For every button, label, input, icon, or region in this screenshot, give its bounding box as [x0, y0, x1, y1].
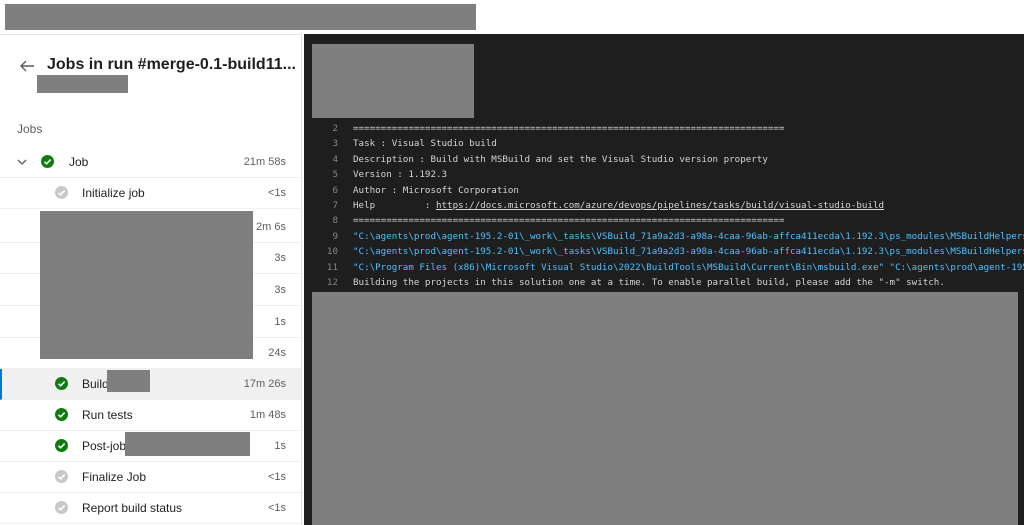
redacted-step-detail — [107, 370, 150, 392]
line-number: 4 — [332, 153, 338, 165]
success-icon — [55, 377, 68, 390]
line-number: 2 — [332, 123, 338, 134]
back-arrow-icon[interactable] — [18, 57, 36, 75]
step-row-initialize-job[interactable]: Initialize job <1s — [0, 178, 301, 209]
log-line: 12 Building the projects in this solutio… — [304, 277, 1024, 292]
log-text: "C:\agents\prod\agent-195.2-01\_work\_ta… — [353, 230, 1024, 242]
step-name: Build — [82, 377, 109, 391]
skipped-icon — [55, 501, 68, 514]
step-name: Report build status — [82, 501, 183, 515]
log-text: Author : Microsoft Corporation — [353, 184, 519, 196]
step-duration: 1m 48s — [249, 409, 286, 421]
log-text: "C:\agents\prod\agent-195.2-01\_work\_ta… — [353, 246, 1024, 258]
step-row-finalize-job[interactable]: Finalize Job <1s — [0, 462, 301, 493]
line-number: 8 — [332, 215, 338, 227]
log-line: 10 "C:\agents\prod\agent-195.2-01\_work\… — [304, 246, 1024, 261]
step-row-run-tests[interactable]: Run tests 1m 48s — [0, 400, 301, 431]
log-text: ========================================… — [353, 215, 785, 227]
step-duration: 24s — [268, 347, 286, 359]
line-number: 6 — [332, 184, 338, 196]
redacted-log-header — [312, 44, 474, 118]
log-text: ========================================… — [353, 123, 785, 134]
step-name: Finalize Job — [82, 470, 147, 484]
step-duration: 3s — [274, 252, 286, 264]
line-number: 5 — [332, 169, 338, 181]
help-link[interactable]: https://docs.microsoft.com/azure/devops/… — [436, 200, 884, 211]
log-line: 3 Task : Visual Studio build — [304, 138, 1024, 153]
run-title: Jobs in run #merge-0.1-build11... — [47, 56, 296, 73]
line-number: 11 — [326, 261, 338, 273]
log-line: 2 ======================================… — [304, 123, 1024, 138]
step-duration: <1s — [267, 187, 286, 199]
step-duration: 1s — [274, 316, 286, 328]
redacted-step-names — [40, 211, 253, 359]
jobs-panel: Jobs in run #merge-0.1-build11... Jobs J… — [0, 34, 302, 525]
job-group-duration: 21m 58s — [243, 156, 286, 168]
step-name: Post-job: — [82, 439, 130, 453]
log-line: 7 Help : https://docs.microsoft.com/azur… — [304, 200, 1024, 215]
success-icon — [55, 408, 68, 421]
step-duration: 2m 6s — [256, 221, 286, 233]
step-name: Initialize job — [82, 186, 145, 200]
log-text-prefix: Help : — [353, 199, 436, 211]
step-duration: <1s — [267, 471, 286, 483]
line-number: 7 — [332, 199, 338, 211]
line-number: 9 — [332, 230, 338, 242]
success-icon — [55, 439, 68, 452]
log-text: Building the projects in this solution o… — [353, 276, 945, 288]
redacted-run-subtitle — [37, 75, 128, 93]
step-row-build[interactable]: Build 17m 26s — [0, 369, 301, 400]
log-text: "C:\Program Files (x86)\Microsoft Visual… — [353, 261, 1024, 273]
log-text: Version : 1.192.3 — [353, 169, 448, 181]
step-row-report-build-status[interactable]: Report build status <1s — [0, 493, 301, 524]
log-line: 6 Author : Microsoft Corporation — [304, 185, 1024, 200]
line-number: 10 — [326, 246, 338, 258]
job-group-row[interactable]: Job 21m 58s — [0, 147, 301, 178]
success-icon — [41, 155, 54, 168]
skipped-icon — [55, 470, 68, 483]
redacted-log-output — [312, 292, 1018, 525]
job-group-name: Job — [69, 155, 89, 169]
log-viewer[interactable]: 2 ======================================… — [304, 34, 1024, 525]
log-line: 9 "C:\agents\prod\agent-195.2-01\_work\_… — [304, 231, 1024, 246]
log-lines: 2 ======================================… — [304, 123, 1024, 292]
chevron-down-icon[interactable] — [16, 156, 28, 168]
step-duration: <1s — [267, 502, 286, 514]
log-line: 4 Description : Build with MSBuild and s… — [304, 154, 1024, 169]
log-text: Help : https://docs.microsoft.com/azure/… — [353, 200, 884, 211]
redacted-step-detail — [125, 432, 250, 456]
line-number: 12 — [326, 276, 338, 288]
skipped-icon — [55, 186, 68, 199]
step-duration: 3s — [274, 284, 286, 296]
line-number: 3 — [332, 138, 338, 150]
log-text: Task : Visual Studio build — [353, 138, 497, 150]
jobs-section-label: Jobs — [17, 122, 43, 136]
redacted-window-title — [5, 4, 476, 30]
step-duration: 17m 26s — [243, 378, 286, 390]
log-text: Description : Build with MSBuild and set… — [353, 153, 768, 165]
step-row-post-job[interactable]: Post-job: 1s — [0, 431, 301, 462]
log-line: 5 Version : 1.192.3 — [304, 169, 1024, 184]
step-name: Run tests — [82, 408, 133, 422]
log-line: 11 "C:\Program Files (x86)\Microsoft Vis… — [304, 262, 1024, 277]
log-line: 8 ======================================… — [304, 215, 1024, 230]
step-duration: 1s — [274, 440, 286, 452]
